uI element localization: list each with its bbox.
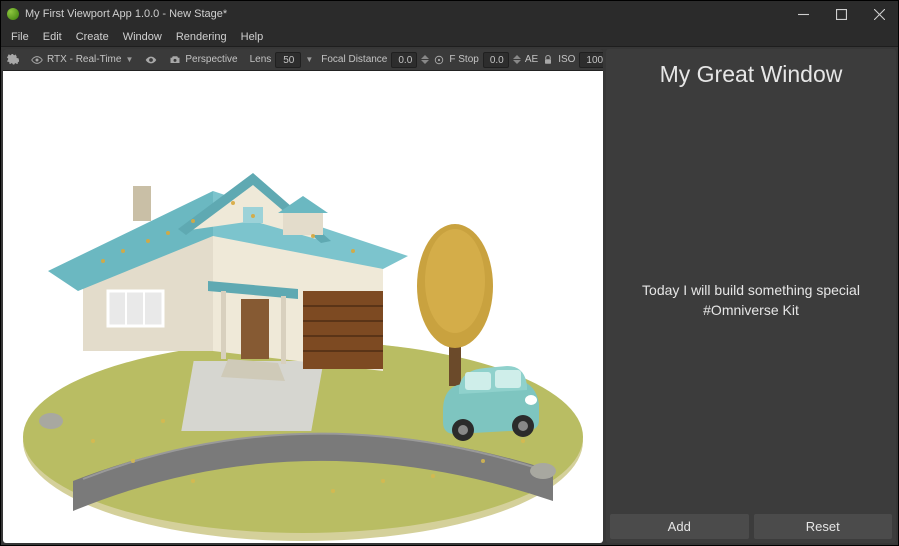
app-logo-icon <box>7 8 19 20</box>
lens-field[interactable]: 50 mm <box>275 52 301 68</box>
viewport-panel: RTX - Real-Time ▼ Perspective Lens 50 mm… <box>3 49 603 543</box>
iso-field[interactable]: 100.0 <box>579 52 603 68</box>
minimize-icon <box>798 9 809 20</box>
main-area: RTX - Real-Time ▼ Perspective Lens 50 mm… <box>1 47 898 545</box>
gear-icon[interactable] <box>7 53 19 67</box>
camera-icon[interactable] <box>169 53 181 67</box>
panel-buttons: Add Reset <box>610 512 892 539</box>
panel-message-line1: Today I will build something special <box>642 282 860 298</box>
lock-icon[interactable] <box>542 53 554 67</box>
menu-help[interactable]: Help <box>235 29 270 45</box>
eye-icon[interactable] <box>145 53 157 67</box>
right-panel: My Great Window Today I will build somet… <box>606 49 896 543</box>
menu-edit[interactable]: Edit <box>37 29 68 45</box>
scene-render <box>13 81 593 543</box>
panel-title: My Great Window <box>660 61 843 88</box>
camera-label[interactable]: Perspective <box>185 54 237 65</box>
panel-message: Today I will build something special #Om… <box>642 280 860 321</box>
panel-message-line2: #Omniverse Kit <box>703 302 799 318</box>
minimize-button[interactable] <box>784 1 822 27</box>
fstop-label: F Stop <box>449 54 478 65</box>
ae-label: AE <box>525 54 538 65</box>
menu-file[interactable]: File <box>5 29 35 45</box>
fstop-stepper[interactable] <box>513 52 521 68</box>
titlebar: My First Viewport App 1.0.0 - New Stage* <box>1 1 898 27</box>
focal-distance-label: Focal Distance <box>321 54 387 65</box>
close-button[interactable] <box>860 1 898 27</box>
fstop-field[interactable]: 0.0 <box>483 52 509 68</box>
eye-outline-icon[interactable] <box>31 53 43 67</box>
iso-label: ISO <box>558 54 575 65</box>
menu-create[interactable]: Create <box>70 29 115 45</box>
focal-distance-stepper[interactable] <box>421 52 429 68</box>
render-mode-label[interactable]: RTX - Real-Time <box>47 54 121 65</box>
panel-body: Today I will build something special #Om… <box>610 88 892 512</box>
app-window: My First Viewport App 1.0.0 - New Stage*… <box>0 0 899 546</box>
menubar: File Edit Create Window Rendering Help <box>1 27 898 47</box>
maximize-icon <box>836 9 847 20</box>
menu-rendering[interactable]: Rendering <box>170 29 233 45</box>
chevron-down-icon[interactable]: ▼ <box>305 55 313 64</box>
viewport-toolbar: RTX - Real-Time ▼ Perspective Lens 50 mm… <box>3 49 603 71</box>
focal-distance-field[interactable]: 0.0 <box>391 52 417 68</box>
reset-button[interactable]: Reset <box>754 514 893 539</box>
add-button[interactable]: Add <box>610 514 749 539</box>
menu-window[interactable]: Window <box>117 29 168 45</box>
close-icon <box>874 9 885 20</box>
window-title: My First Viewport App 1.0.0 - New Stage* <box>25 8 227 20</box>
target-icon[interactable] <box>433 53 445 67</box>
lens-label: Lens <box>250 54 272 65</box>
viewport[interactable] <box>3 71 603 543</box>
chevron-down-icon[interactable]: ▼ <box>125 55 133 64</box>
maximize-button[interactable] <box>822 1 860 27</box>
